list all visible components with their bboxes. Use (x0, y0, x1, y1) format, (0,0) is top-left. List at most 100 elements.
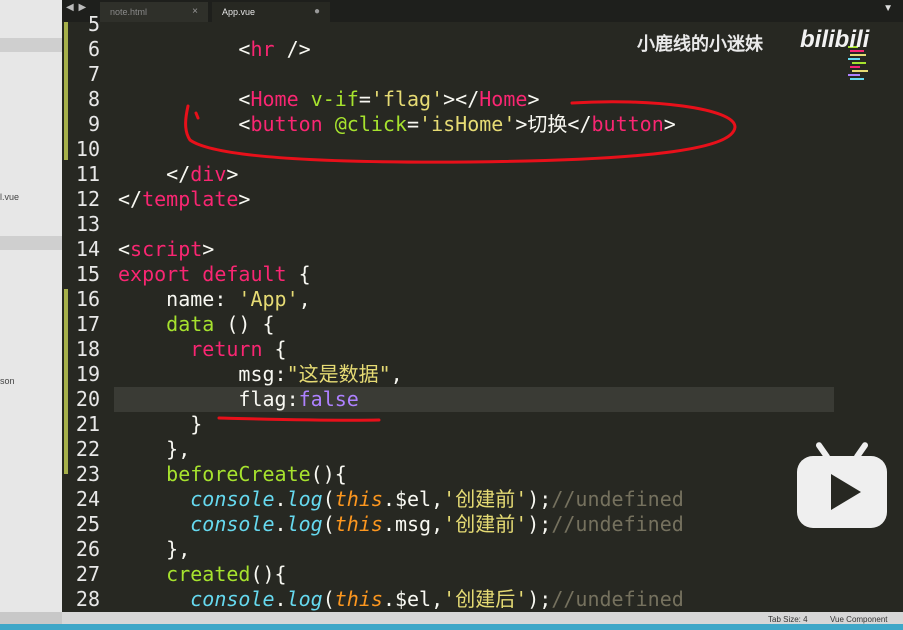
sidebar-row-band[interactable] (0, 236, 62, 250)
code-token: flag: (118, 387, 299, 411)
code-token: ); (527, 587, 552, 611)
code-line: flag:false (118, 387, 359, 412)
code-line: console.log(this.$el,'创建前');//undefined (118, 487, 684, 512)
code-token: 'isHome' (419, 112, 516, 136)
code-token: Home (479, 87, 528, 111)
tab-app-vue[interactable]: App.vue ● (212, 2, 330, 22)
code-token: this (334, 587, 383, 611)
code-line: msg:"这是数据", (118, 362, 402, 387)
code-token: log (286, 487, 323, 511)
code-token: Home (250, 87, 299, 111)
code-token: ( (322, 487, 335, 511)
code-token: , (298, 287, 311, 311)
line-number: 28 (75, 587, 100, 611)
code-line: export default { (118, 262, 311, 287)
code-token: script (130, 237, 203, 261)
unsaved-dot-icon[interactable]: ● (314, 2, 320, 22)
code-token: @click (334, 112, 407, 136)
progress-accent-bar (0, 624, 903, 630)
code-line: data () { (118, 312, 274, 337)
code-editor[interactable]: <hr /> <Home v-if='flag'></Home> <button… (114, 22, 834, 612)
code-token: console (190, 487, 275, 511)
line-number: 25 (75, 512, 100, 536)
code-token: }, (118, 437, 191, 461)
line-number: 26 (75, 537, 100, 561)
file-sidebar: l.vue son (0, 0, 62, 612)
line-number-gutter: 5 6 7 8 9 10 11 12 13 14 15 16 17 18 19 20 21 22 23 24 25 26 2… (62, 12, 114, 612)
code-token: </ (118, 187, 143, 211)
code-line: beforeCreate(){ (118, 462, 347, 487)
code-token: < (118, 37, 251, 61)
code-token: > (663, 112, 676, 136)
code-token: return (190, 337, 263, 361)
syntax-indicator[interactable]: Vue Component (830, 615, 888, 624)
code-token: . (274, 512, 287, 536)
code-token: . (274, 487, 287, 511)
code-line: <Home v-if='flag'></Home> (118, 87, 539, 112)
tab-dropdown-icon[interactable]: ▼ (883, 3, 893, 14)
tab-label: App.vue (222, 7, 256, 17)
close-icon[interactable]: × (192, 2, 198, 22)
sidebar-item-vue-file[interactable]: l.vue (0, 192, 19, 202)
modified-lines-marker (64, 289, 68, 474)
code-token: //undefined (551, 487, 684, 511)
tab-note-html[interactable]: note.html × (100, 2, 208, 22)
code-token: this (334, 487, 383, 511)
code-token: ); (527, 512, 552, 536)
code-token: button (250, 112, 323, 136)
line-number: 13 (75, 212, 100, 236)
code-line: } (118, 412, 202, 437)
code-token: msg: (118, 362, 287, 386)
code-token: log (286, 587, 323, 611)
code-token: = (358, 87, 371, 111)
sidebar-row-selected[interactable] (0, 38, 62, 52)
code-token: //undefined (551, 512, 684, 536)
code-token: /> (274, 37, 311, 61)
line-number: 12 (75, 187, 100, 211)
line-number: 15 (75, 262, 100, 286)
code-token: } (118, 412, 203, 436)
code-token: (){ (310, 462, 347, 486)
code-token: { (262, 337, 287, 361)
code-token: div (190, 162, 227, 186)
code-token: (){ (250, 562, 287, 586)
code-token: "这是数据" (286, 362, 391, 386)
code-line: }, (118, 537, 190, 562)
code-line: <button @click='isHome'>切换</button> (118, 112, 676, 137)
code-token: </ (118, 162, 191, 186)
code-line: </template> (118, 187, 250, 212)
code-token: < (118, 87, 251, 111)
line-number: 24 (75, 487, 100, 511)
code-line: }, (118, 437, 190, 462)
code-token: { (286, 262, 311, 286)
code-token: export (118, 262, 191, 286)
code-token: '创建前' (443, 512, 528, 536)
tab-size-indicator[interactable]: Tab Size: 4 (768, 615, 808, 624)
tab-label: note.html (110, 7, 148, 17)
code-line: created(){ (118, 562, 287, 587)
code-token: ( (322, 512, 335, 536)
code-token: > (226, 162, 239, 186)
modified-lines-marker (64, 22, 68, 160)
code-line: return { (118, 337, 287, 362)
code-token: . (274, 587, 287, 611)
code-token: template (142, 187, 239, 211)
code-token: .$el, (382, 487, 444, 511)
code-token: v-if (310, 87, 359, 111)
bilibili-play-icon[interactable] (795, 438, 889, 530)
code-line: console.log(this.msg,'创建前');//undefined (118, 512, 684, 537)
sidebar-item-json-file[interactable]: son (0, 376, 15, 386)
code-token: false (298, 387, 359, 411)
code-token: < (118, 237, 131, 261)
code-token: < (118, 112, 251, 136)
code-token: }, (118, 537, 191, 561)
